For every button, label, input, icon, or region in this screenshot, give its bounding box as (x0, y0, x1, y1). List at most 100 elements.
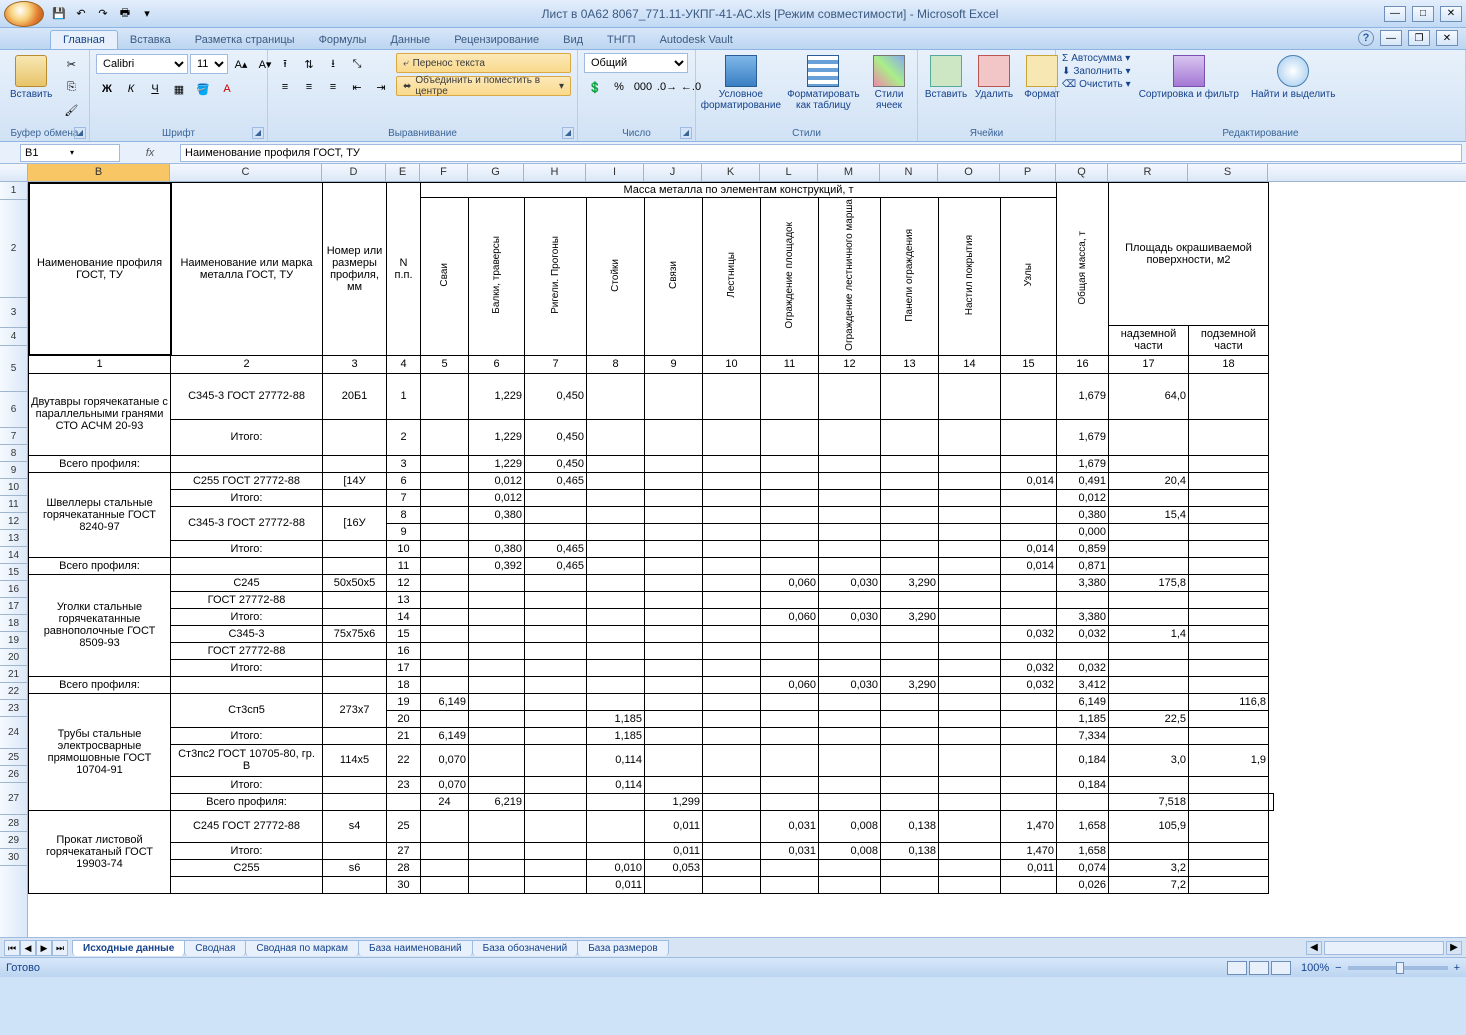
number-format-combo[interactable]: Общий (584, 53, 688, 73)
row-header-25[interactable]: 25 (0, 749, 27, 766)
name-box[interactable]: B1▾ (20, 144, 120, 162)
workbook-close-button[interactable]: ✕ (1436, 30, 1458, 46)
row-header-8[interactable]: 8 (0, 445, 27, 462)
tab-insert[interactable]: Вставка (118, 31, 183, 49)
sheet-tab-0[interactable]: Исходные данные (72, 940, 185, 956)
sheet-nav-next[interactable]: ▶ (36, 940, 52, 956)
copy-icon[interactable]: ⎘ (60, 76, 82, 98)
tab-view[interactable]: Вид (551, 31, 595, 49)
row-header-22[interactable]: 22 (0, 683, 27, 700)
col-header-K[interactable]: K (702, 164, 760, 181)
col-header-H[interactable]: H (524, 164, 586, 181)
orientation-icon[interactable]: ⤡ (346, 53, 368, 75)
row-header-29[interactable]: 29 (0, 832, 27, 849)
increase-decimal-icon[interactable]: .0→ (656, 76, 678, 98)
row-header-26[interactable]: 26 (0, 766, 27, 783)
alignment-launcher[interactable]: ◢ (562, 127, 574, 139)
format-painter-icon[interactable]: 🖌 (60, 99, 82, 121)
hscroll-right[interactable]: ▶ (1446, 941, 1462, 955)
conditional-formatting-button[interactable]: Условное форматирование (702, 53, 780, 113)
fill-button[interactable]: ⬇Заполнить▾ (1062, 66, 1131, 77)
align-left-icon[interactable]: ≡ (274, 76, 296, 98)
paste-button[interactable]: Вставить (6, 53, 56, 102)
underline-button[interactable]: Ч (144, 78, 166, 100)
sheet-tab-2[interactable]: Сводная по маркам (245, 940, 359, 956)
sheet-tab-4[interactable]: База обозначений (472, 940, 579, 956)
bold-button[interactable]: Ж (96, 78, 118, 100)
font-launcher[interactable]: ◢ (252, 127, 264, 139)
align-center-icon[interactable]: ≡ (298, 76, 320, 98)
row-header-5[interactable]: 5 (0, 346, 27, 392)
sheet-tab-5[interactable]: База размеров (577, 940, 668, 956)
tab-formulas[interactable]: Формулы (307, 31, 379, 49)
fill-color-icon[interactable]: 🪣 (192, 78, 214, 100)
col-header-R[interactable]: R (1108, 164, 1188, 181)
zoom-in-button[interactable]: + (1454, 962, 1460, 974)
select-all-button[interactable] (0, 164, 28, 181)
sheet-nav-prev[interactable]: ◀ (20, 940, 36, 956)
tab-data[interactable]: Данные (378, 31, 442, 49)
row-header-27[interactable]: 27 (0, 783, 27, 815)
col-header-P[interactable]: P (1000, 164, 1056, 181)
row-header-1[interactable]: 1 (0, 182, 27, 200)
align-middle-icon[interactable]: ⇅ (298, 53, 320, 75)
increase-indent-icon[interactable]: ⇥ (370, 76, 392, 98)
row-header-11[interactable]: 11 (0, 496, 27, 513)
font-color-icon[interactable]: A (216, 78, 238, 100)
row-header-3[interactable]: 3 (0, 298, 27, 328)
row-header-7[interactable]: 7 (0, 428, 27, 445)
row-header-21[interactable]: 21 (0, 666, 27, 683)
row-header-19[interactable]: 19 (0, 632, 27, 649)
italic-button[interactable]: К (120, 78, 142, 100)
clipboard-launcher[interactable]: ◢ (74, 127, 86, 139)
comma-icon[interactable]: 000 (632, 76, 654, 98)
col-header-B[interactable]: B (28, 164, 170, 181)
cell-styles-button[interactable]: Стили ячеек (867, 53, 911, 113)
row-header-23[interactable]: 23 (0, 700, 27, 717)
workbook-restore-button[interactable]: ❐ (1408, 30, 1430, 46)
view-page-break-icon[interactable] (1271, 961, 1291, 975)
col-header-J[interactable]: J (644, 164, 702, 181)
col-header-L[interactable]: L (760, 164, 818, 181)
formula-input[interactable]: Наименование профиля ГОСТ, ТУ (180, 144, 1462, 162)
sheet-nav-first[interactable]: ⏮ (4, 940, 20, 956)
col-header-I[interactable]: I (586, 164, 644, 181)
percent-icon[interactable]: % (608, 76, 630, 98)
qat-dropdown-icon[interactable]: ▾ (138, 5, 156, 23)
row-header-14[interactable]: 14 (0, 547, 27, 564)
row-header-15[interactable]: 15 (0, 564, 27, 581)
autosum-button[interactable]: ΣАвтосумма▾ (1062, 53, 1131, 64)
insert-cells-button[interactable]: Вставить (924, 53, 968, 102)
close-button[interactable]: ✕ (1440, 6, 1462, 22)
delete-cells-button[interactable]: Удалить (972, 53, 1016, 102)
tab-autodesk-vault[interactable]: Autodesk Vault (648, 31, 745, 49)
col-header-O[interactable]: O (938, 164, 1000, 181)
row-header-10[interactable]: 10 (0, 479, 27, 496)
format-as-table-button[interactable]: Форматировать как таблицу (784, 53, 863, 113)
row-header-2[interactable]: 2 (0, 200, 27, 298)
row-header-4[interactable]: 4 (0, 328, 27, 346)
row-header-9[interactable]: 9 (0, 462, 27, 479)
col-header-Q[interactable]: Q (1056, 164, 1108, 181)
col-header-D[interactable]: D (322, 164, 386, 181)
maximize-button[interactable]: □ (1412, 6, 1434, 22)
hscroll-left[interactable]: ◀ (1306, 941, 1322, 955)
row-header-30[interactable]: 30 (0, 849, 27, 866)
decrease-indent-icon[interactable]: ⇤ (346, 76, 368, 98)
row-header-13[interactable]: 13 (0, 530, 27, 547)
row-header-20[interactable]: 20 (0, 649, 27, 666)
row-header-28[interactable]: 28 (0, 815, 27, 832)
hscroll-track[interactable] (1324, 941, 1444, 955)
border-icon[interactable]: ▦ (168, 78, 190, 100)
tab-page-layout[interactable]: Разметка страницы (183, 31, 307, 49)
redo-icon[interactable]: ↷ (94, 5, 112, 23)
help-icon[interactable]: ? (1358, 30, 1374, 46)
tab-tngp[interactable]: ТНГП (595, 31, 648, 49)
undo-icon[interactable]: ↶ (72, 5, 90, 23)
row-header-12[interactable]: 12 (0, 513, 27, 530)
col-header-S[interactable]: S (1188, 164, 1268, 181)
number-launcher[interactable]: ◢ (680, 127, 692, 139)
find-select-button[interactable]: Найти и выделить (1247, 53, 1339, 102)
increase-font-icon[interactable]: A▴ (230, 53, 252, 75)
sort-filter-button[interactable]: Сортировка и фильтр (1135, 53, 1243, 102)
